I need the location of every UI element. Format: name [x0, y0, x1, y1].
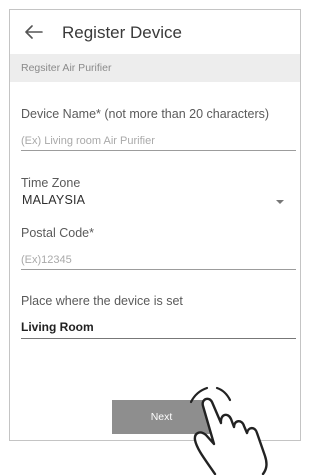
- back-button[interactable]: [22, 20, 46, 44]
- phone-screen: Register Device Regsiter Air Purifier De…: [9, 9, 301, 441]
- next-button[interactable]: Next: [112, 400, 211, 434]
- page-title: Register Device: [62, 23, 182, 42]
- place-value: Living Room: [21, 320, 94, 334]
- back-arrow-icon: [25, 25, 43, 39]
- place-input[interactable]: Living Room: [21, 320, 296, 339]
- section-header: Regsiter Air Purifier: [10, 54, 300, 82]
- place-label: Place where the device is set: [21, 294, 183, 308]
- section-title: Regsiter Air Purifier: [21, 62, 112, 74]
- time-zone-select[interactable]: MALAYSIA: [10, 190, 300, 212]
- device-name-label: Device Name* (not more than 20 character…: [21, 107, 270, 121]
- app-bar: Register Device: [10, 10, 300, 54]
- device-name-input[interactable]: (Ex) Living room Air Purifier: [21, 135, 296, 151]
- chevron-down-icon: [276, 200, 284, 204]
- device-name-placeholder: (Ex) Living room Air Purifier: [21, 135, 155, 147]
- time-zone-value: MALAYSIA: [22, 193, 86, 207]
- postal-code-input[interactable]: (Ex)12345: [21, 254, 296, 270]
- postal-code-placeholder: (Ex)12345: [21, 254, 72, 266]
- time-zone-label: Time Zone: [21, 176, 81, 190]
- postal-code-label: Postal Code*: [21, 226, 94, 240]
